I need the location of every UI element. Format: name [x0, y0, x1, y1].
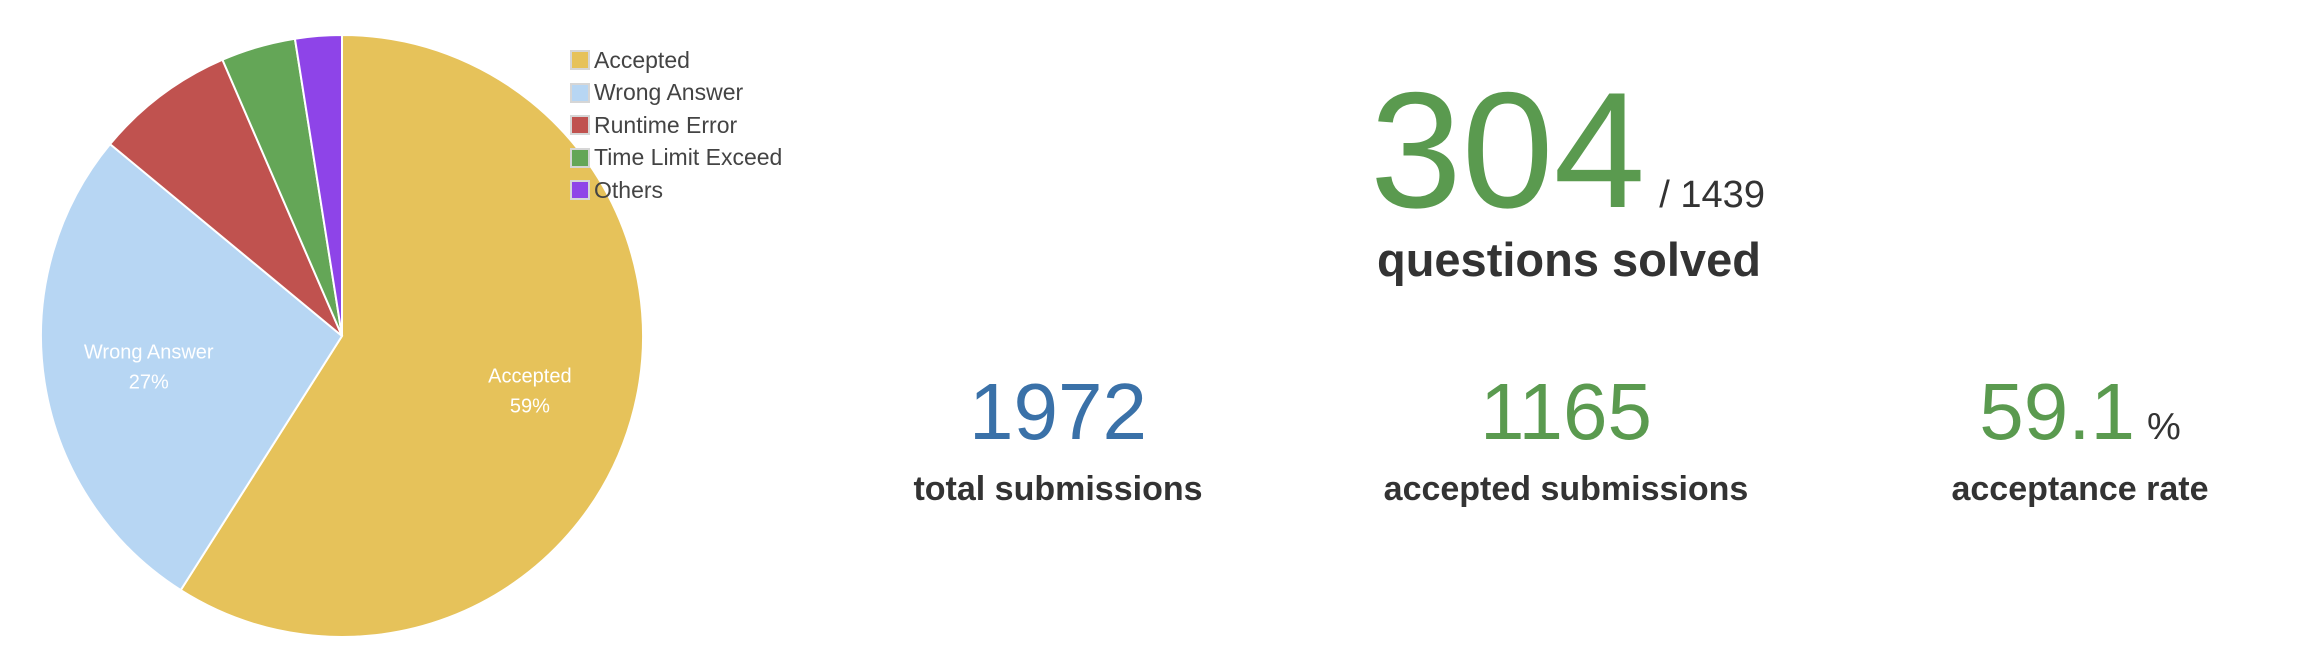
legend-swatch: [570, 50, 590, 71]
legend-swatch: [570, 180, 590, 201]
accepted-submissions-caption: accepted submissions: [1383, 470, 1749, 508]
slice-label: Accepted: [488, 366, 571, 388]
total-submissions-caption: total submissions: [913, 470, 1203, 508]
total-questions: / 1439: [1659, 174, 1765, 216]
legend-item-others[interactable]: Others: [570, 174, 782, 207]
acceptance-rate-row: 59.1%: [1850, 372, 2310, 452]
total-submissions-value: 1972: [969, 367, 1147, 456]
total-submissions-stat: 1972 total submissions: [828, 372, 1288, 509]
legend-label: Accepted: [594, 46, 690, 73]
legend-item-wrong-answer[interactable]: Wrong Answer: [570, 77, 782, 110]
acceptance-rate-value: 59.1: [1979, 367, 2135, 456]
acceptance-rate-unit: %: [2146, 406, 2181, 448]
slice-label: Wrong Answer: [84, 342, 214, 364]
legend-swatch: [570, 115, 590, 136]
legend-label: Others: [594, 176, 664, 203]
legend-item-accepted[interactable]: Accepted: [570, 44, 782, 77]
acceptance-rate-caption: acceptance rate: [1951, 470, 2209, 508]
legend-item-runtime-error[interactable]: Runtime Error: [570, 109, 782, 142]
solved-count: 304: [1370, 58, 1646, 242]
accepted-submissions-stat: 1165 accepted submissions: [1336, 372, 1796, 509]
acceptance-rate-stat: 59.1% acceptance rate: [1850, 372, 2310, 509]
legend-swatch: [570, 147, 590, 168]
legend-label: Runtime Error: [594, 111, 738, 138]
legend-label: Time Limit Exceed: [594, 144, 783, 171]
legend-label: Wrong Answer: [594, 79, 744, 106]
slice-percent-label: 59%: [510, 396, 550, 418]
slice-percent-label: 27%: [129, 372, 169, 394]
legend-swatch: [570, 82, 590, 103]
solved-caption: questions solved: [1377, 233, 1761, 286]
questions-solved-stat: 304 / 1439: [1370, 68, 1765, 233]
legend-item-time-limit-exceed[interactable]: Time Limit Exceed: [570, 142, 782, 175]
submission-stats-panel: Accepted 59% Wrong Answer 27% Accepted Wron…: [0, 0, 2318, 650]
accepted-submissions-value: 1165: [1479, 367, 1653, 456]
chart-legend: Accepted Wrong Answer Runtime Error Time…: [570, 44, 782, 207]
